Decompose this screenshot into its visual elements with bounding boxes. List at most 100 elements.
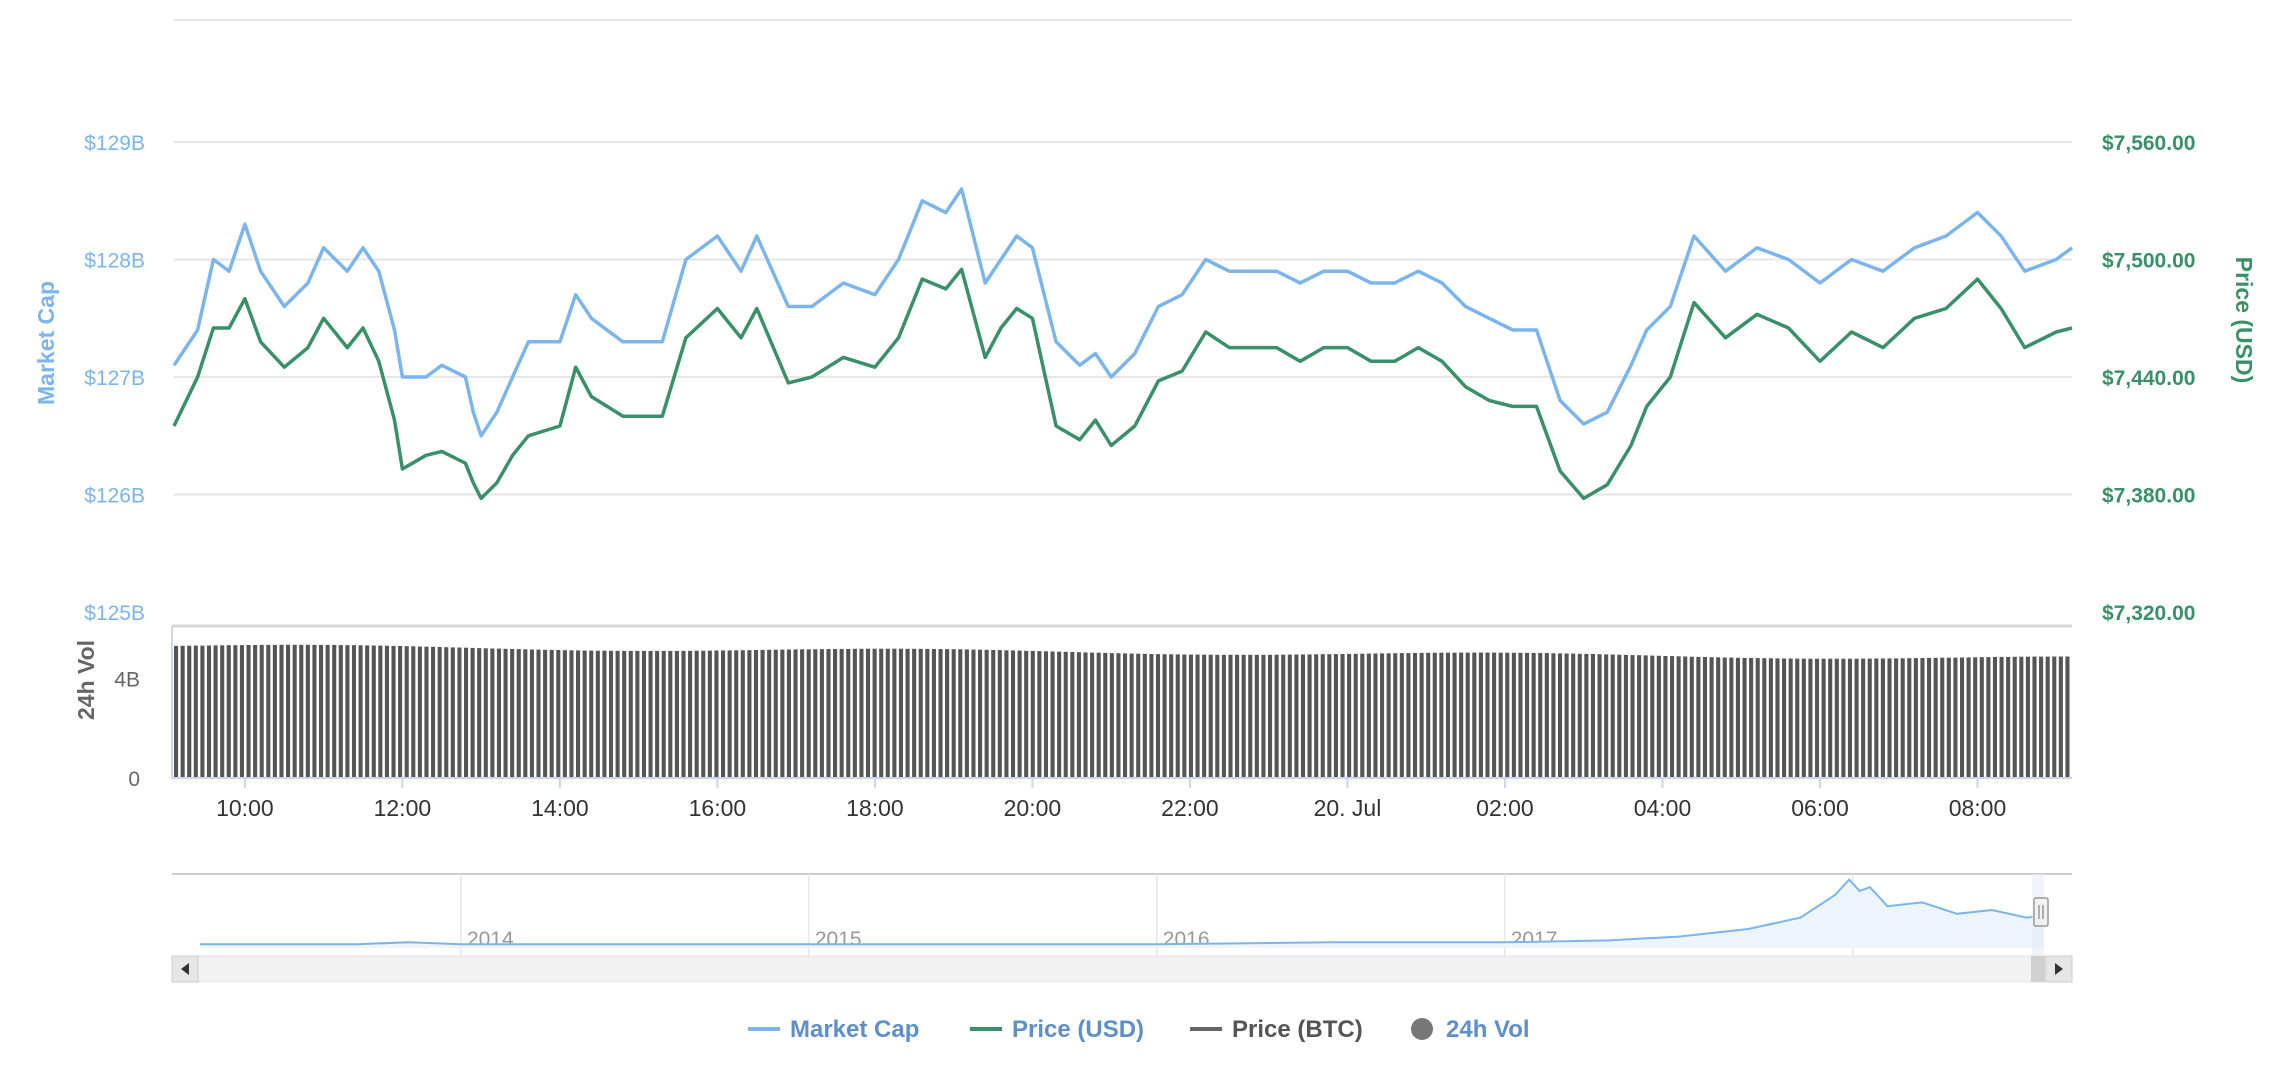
volume-bar[interactable] xyxy=(233,645,238,778)
volume-bar[interactable] xyxy=(1353,653,1358,778)
volume-bar[interactable] xyxy=(1050,651,1055,779)
volume-bar[interactable] xyxy=(477,648,482,778)
scrollbar-left-arrow[interactable] xyxy=(171,955,199,983)
volume-bar[interactable] xyxy=(1366,653,1371,778)
volume-bar[interactable] xyxy=(1669,656,1675,778)
volume-bar[interactable] xyxy=(813,649,818,778)
volume-bar[interactable] xyxy=(2045,656,2050,778)
volume-bar[interactable] xyxy=(1287,654,1292,778)
volume-bar[interactable] xyxy=(720,650,726,778)
volume-bar[interactable] xyxy=(279,644,284,778)
volume-bar[interactable] xyxy=(898,648,904,778)
volume-bar[interactable] xyxy=(450,647,455,778)
volume-bar[interactable] xyxy=(1070,652,1075,778)
volume-bar[interactable] xyxy=(958,649,963,778)
legend-item-24h-vol[interactable]: 24h Vol xyxy=(1411,1016,1530,1043)
volume-bar[interactable] xyxy=(213,645,218,778)
volume-bar[interactable] xyxy=(1900,658,1905,778)
volume-bar[interactable] xyxy=(1274,654,1279,778)
volume-bar[interactable] xyxy=(529,649,534,779)
volume-bar[interactable] xyxy=(681,650,686,778)
volume-bar[interactable] xyxy=(1801,658,1806,778)
volume-bar[interactable] xyxy=(1386,653,1391,778)
volume-bar[interactable] xyxy=(220,645,225,778)
volume-bar[interactable] xyxy=(292,644,297,778)
volume-bar[interactable] xyxy=(1281,654,1286,778)
volume-bar[interactable] xyxy=(1992,657,1998,778)
volume-bar[interactable] xyxy=(180,645,185,778)
volume-bar[interactable] xyxy=(1979,657,1984,778)
volume-bar[interactable] xyxy=(1412,653,1418,778)
volume-bar[interactable] xyxy=(1182,654,1187,779)
volume-bar[interactable] xyxy=(1076,652,1081,778)
volume-bar[interactable] xyxy=(1577,653,1582,778)
volume-bar[interactable] xyxy=(1973,657,1978,778)
volume-bar[interactable] xyxy=(1927,657,1932,778)
volume-bar[interactable] xyxy=(1722,657,1727,779)
volume-bar[interactable] xyxy=(615,650,620,778)
volume-bar[interactable] xyxy=(490,648,495,779)
volume-bar[interactable] xyxy=(1913,658,1918,778)
volume-bar[interactable] xyxy=(622,650,627,778)
volume-bar[interactable] xyxy=(1136,653,1141,778)
volume-bar[interactable] xyxy=(496,648,502,778)
volume-bar[interactable] xyxy=(1129,653,1134,778)
volume-bar[interactable] xyxy=(1024,650,1029,778)
volume-bar[interactable] xyxy=(1788,658,1793,779)
volume-bar[interactable] xyxy=(1637,655,1642,778)
volume-bar[interactable] xyxy=(1782,658,1787,779)
volume-bar[interactable] xyxy=(1426,652,1431,778)
volume-bar[interactable] xyxy=(1109,653,1114,778)
volume-bar[interactable] xyxy=(1538,653,1543,778)
volume-bar[interactable] xyxy=(523,649,528,778)
volume-bar[interactable] xyxy=(1518,652,1523,778)
volume-bar[interactable] xyxy=(562,650,567,778)
volume-bar[interactable] xyxy=(226,645,231,778)
volume-bar[interactable] xyxy=(1749,658,1754,778)
volume-bar[interactable] xyxy=(984,649,989,778)
volume-bar[interactable] xyxy=(661,650,666,778)
volume-bar[interactable] xyxy=(1235,654,1240,778)
volume-bar[interactable] xyxy=(1267,654,1273,778)
volume-bar[interactable] xyxy=(1650,655,1655,778)
scrollbar-track[interactable] xyxy=(171,955,2073,983)
volume-bar[interactable] xyxy=(905,648,910,778)
volume-bar[interactable] xyxy=(325,644,330,778)
volume-bar[interactable] xyxy=(912,648,917,778)
volume-bar[interactable] xyxy=(964,649,969,778)
volume-bar[interactable] xyxy=(872,648,877,778)
volume-bar[interactable] xyxy=(1445,652,1451,778)
volume-bar[interactable] xyxy=(1525,652,1530,778)
volume-bar[interactable] xyxy=(865,648,871,778)
volume-bar[interactable] xyxy=(1808,658,1813,778)
volume-bar[interactable] xyxy=(1663,656,1668,778)
volume-bar[interactable] xyxy=(1742,657,1747,778)
volume-bar[interactable] xyxy=(1709,657,1714,778)
volume-bar[interactable] xyxy=(1531,653,1536,778)
legend-item-price-btc[interactable]: Price (BTC) xyxy=(1190,1016,1363,1043)
volume-bar[interactable] xyxy=(266,644,271,778)
volume-bar[interactable] xyxy=(1406,653,1411,778)
volume-bar[interactable] xyxy=(246,645,251,778)
volume-bar[interactable] xyxy=(272,644,277,778)
volume-bar[interactable] xyxy=(1320,654,1325,778)
volume-bar[interactable] xyxy=(1017,650,1022,778)
legend-item-market-cap[interactable]: Market Cap xyxy=(748,1016,919,1043)
volume-bar[interactable] xyxy=(1307,654,1312,778)
volume-bar[interactable] xyxy=(740,650,745,778)
volume-bar[interactable] xyxy=(431,646,436,778)
volume-bar[interactable] xyxy=(1623,654,1628,778)
volume-bar[interactable] xyxy=(747,650,752,778)
volume-bar[interactable] xyxy=(371,645,376,779)
volume-bar[interactable] xyxy=(971,649,976,778)
volume-bar[interactable] xyxy=(1221,654,1226,778)
volume-bar[interactable] xyxy=(1557,653,1563,778)
volume-bar[interactable] xyxy=(2012,656,2017,778)
volume-bar[interactable] xyxy=(859,648,864,778)
volume-bar[interactable] xyxy=(1399,653,1404,778)
volume-bar[interactable] xyxy=(589,650,594,778)
volume-bar[interactable] xyxy=(1057,651,1062,778)
volume-bar[interactable] xyxy=(1149,654,1154,778)
volume-bar[interactable] xyxy=(286,644,291,778)
volume-bar[interactable] xyxy=(378,645,383,778)
